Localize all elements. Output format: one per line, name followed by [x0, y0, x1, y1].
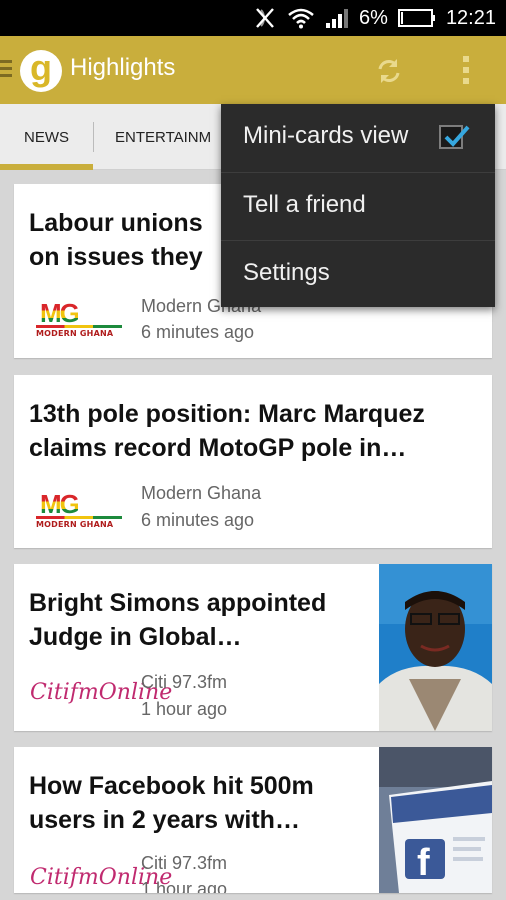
overflow-dot [463, 78, 469, 84]
article-card[interactable]: How Facebook hit 500m users in 2 years w… [14, 747, 492, 893]
article-time: 1 hour ago [141, 879, 228, 893]
tab-entertainment[interactable]: ENTERTAINM [96, 104, 236, 170]
modern-ghana-logo: MG MODERN GHANA [36, 487, 122, 535]
article-title-line: Labour unions [29, 209, 203, 237]
app-logo[interactable]: g [20, 50, 62, 92]
status-bar: 6% 12:21 [0, 0, 506, 36]
overflow-icon [463, 56, 469, 62]
article-card[interactable]: 13th pole position: Marc Marquez claims … [14, 375, 492, 548]
article-source: Citi 97.3fm [141, 853, 228, 873]
article-title-line: on issues they [29, 243, 203, 271]
logo-letters: MG [40, 489, 80, 519]
article-title-line: Judge in Global… [29, 623, 242, 651]
article-title-line: Bright Simons appointed [29, 589, 327, 617]
menu-item-label: Settings [243, 259, 330, 286]
article-source: Modern Ghana [141, 483, 262, 503]
app-logo-letter: g [30, 47, 52, 88]
logo-subtitle: MODERN GHANA [36, 520, 114, 529]
citifm-online-logo: CitifmOnline [30, 676, 172, 724]
menu-item-settings[interactable]: Settings [221, 240, 495, 308]
menu-item-mini-cards-view[interactable]: Mini-cards view [221, 104, 495, 172]
article-thumbnail: f [379, 747, 492, 893]
signal-icon [325, 7, 349, 29]
mini-cards-checkbox[interactable] [439, 125, 470, 149]
article-time: 6 minutes ago [141, 322, 255, 342]
mute-icon [253, 6, 277, 30]
tab-news[interactable]: NEWS [0, 104, 93, 170]
tab-entertainment-label: ENTERTAINM [115, 128, 212, 146]
logo-subtitle: MODERN GHANA [36, 329, 114, 338]
article-thumbnail [379, 564, 492, 731]
tab-news-label: NEWS [24, 128, 69, 146]
battery-percent: 6% [359, 6, 388, 29]
svg-text:f: f [417, 842, 430, 884]
article-title-line: users in 2 years with… [29, 806, 300, 834]
refresh-button[interactable] [372, 54, 406, 88]
wifi-icon [287, 7, 315, 29]
citifm-online-logo: CitifmOnline [30, 861, 172, 893]
page-title: Highlights [70, 54, 176, 81]
article-title: How Facebook hit 500m users in 2 years w… [29, 769, 314, 837]
menu-item-tell-a-friend[interactable]: Tell a friend [221, 172, 495, 240]
tab-divider [93, 122, 94, 152]
menu-item-label: Mini-cards view [243, 122, 409, 149]
article-title: Bright Simons appointed Judge in Global… [29, 586, 326, 654]
article-card[interactable]: Bright Simons appointed Judge in Global…… [14, 564, 492, 731]
refresh-icon [378, 59, 400, 83]
article-title: Labour unions on issues they [29, 206, 203, 274]
overflow-menu: Mini-cards view Tell a friend Settings [221, 104, 495, 307]
modern-ghana-logo: MG MODERN GHANA [36, 296, 122, 344]
article-title-line: claims record MotoGP pole in… [29, 434, 407, 462]
article-time: 6 minutes ago [141, 510, 255, 530]
article-source: Citi 97.3fm [141, 672, 228, 692]
menu-icon[interactable] [0, 60, 12, 80]
overflow-dot [463, 67, 469, 73]
action-bar: g Highlights [0, 36, 506, 104]
menu-item-label: Tell a friend [243, 191, 366, 218]
battery-icon [397, 8, 436, 28]
check-icon [444, 125, 470, 147]
article-time: 1 hour ago [141, 699, 228, 719]
tab-selected-indicator [0, 164, 93, 170]
logo-letters: MG [40, 298, 80, 328]
overflow-menu-button[interactable] [456, 52, 476, 88]
article-title: 13th pole position: Marc Marquez claims … [29, 397, 425, 465]
article-title-line: How Facebook hit 500m [29, 772, 314, 800]
article-title-line: 13th pole position: Marc Marquez [29, 400, 425, 428]
clock: 12:21 [445, 6, 496, 29]
